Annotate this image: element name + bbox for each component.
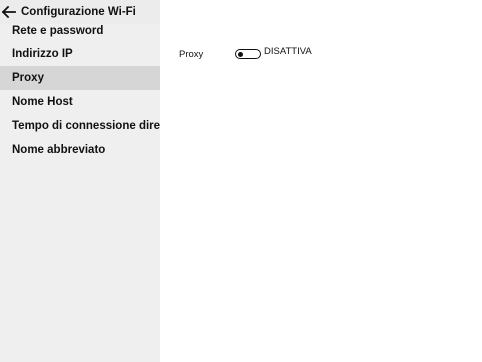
sidebar-item-network-password[interactable]: Rete e password — [0, 24, 160, 42]
main-panel: Proxy DISATTIVA — [160, 24, 482, 362]
proxy-setting-row: Proxy DISATTIVA — [179, 46, 312, 62]
page-title: Configurazione Wi-Fi — [21, 6, 136, 18]
header: Configurazione Wi-Fi — [0, 0, 160, 24]
arrow-left-icon[interactable] — [1, 4, 17, 20]
sidebar-item-ip-address[interactable]: Indirizzo IP — [0, 42, 160, 66]
wifi-settings-window: Configurazione Wi-Fi Rete e password Ind… — [0, 0, 482, 362]
sidebar-item-short-name[interactable]: Nome abbreviato — [0, 138, 160, 162]
proxy-toggle-state: DISATTIVA — [264, 46, 312, 57]
proxy-toggle[interactable] — [235, 49, 261, 59]
sidebar: Rete e password Indirizzo IP Proxy Nome … — [0, 24, 160, 362]
sidebar-item-proxy[interactable]: Proxy — [0, 66, 160, 90]
toggle-knob — [238, 51, 243, 57]
sidebar-item-direct-connection-time[interactable]: Tempo di connessione diretta — [0, 114, 160, 138]
proxy-label: Proxy — [179, 48, 204, 60]
sidebar-item-host-name[interactable]: Nome Host — [0, 90, 160, 114]
